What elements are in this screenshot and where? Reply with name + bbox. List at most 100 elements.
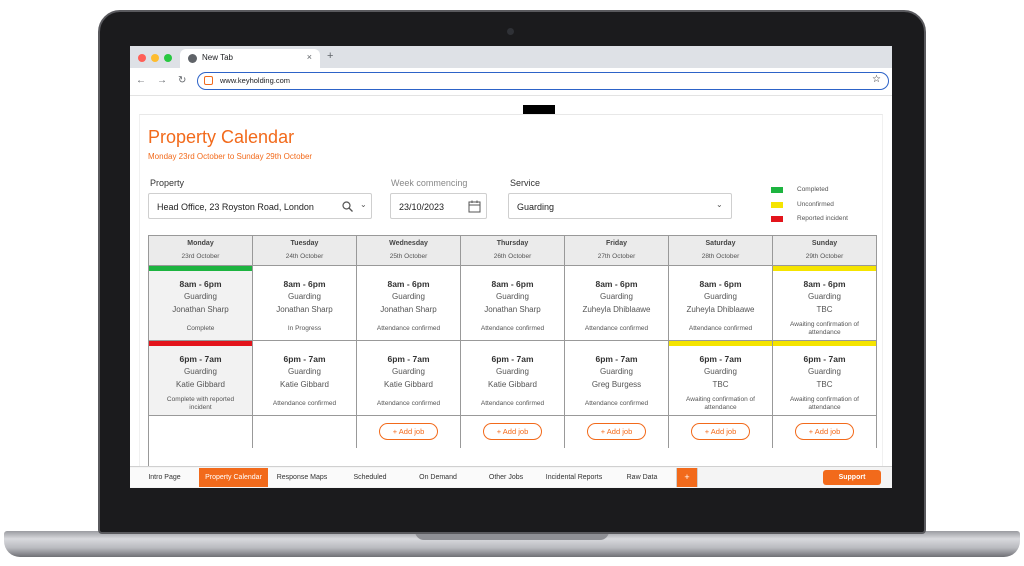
shift-status: Attendance confirmed	[688, 325, 753, 332]
shift-status: Attendance confirmed	[480, 325, 545, 332]
maximize-window-icon[interactable]	[164, 54, 172, 62]
add-job-button[interactable]: + Add job	[587, 423, 646, 440]
url-input[interactable]	[220, 76, 620, 85]
shift-cell[interactable]: 8am - 6pm Guarding Zuheyla Dhiblaawe Att…	[565, 266, 669, 341]
shift-service: Guarding	[600, 292, 633, 301]
shift-person: Katie Gibbard	[176, 380, 225, 389]
property-select[interactable]: Head Office, 23 Royston Road, London ⌄	[148, 193, 372, 219]
shift-cell[interactable]: 6pm - 7am Guarding Greg Burgess Attendan…	[565, 341, 669, 416]
site-icon	[204, 76, 213, 85]
browser-window: New Tab × + ← → ↻ ☆ Property Calendar Mo…	[130, 46, 892, 488]
add-job-button[interactable]: + Add job	[483, 423, 542, 440]
day-date: 29th October	[805, 253, 844, 260]
shift-time: 6pm - 7am	[491, 354, 534, 364]
tab-scheduled[interactable]: Scheduled	[336, 468, 405, 487]
day-header: Wednesday 25th October	[357, 236, 461, 266]
browser-tab[interactable]: New Tab ×	[180, 49, 320, 68]
day-date: 28th October	[701, 253, 740, 260]
calendar-icon[interactable]	[468, 200, 481, 213]
forward-icon[interactable]: →	[157, 75, 167, 86]
status-bar	[149, 266, 252, 271]
page-subtitle: Monday 23rd October to Sunday 29th Octob…	[148, 152, 313, 161]
add-job-button[interactable]: + Add job	[379, 423, 438, 440]
shift-cell[interactable]: 6pm - 7am Guarding Katie Gibbard Complet…	[149, 341, 253, 416]
week-value: 23/10/2023	[399, 202, 445, 212]
new-tab-button[interactable]: +	[327, 50, 333, 62]
shift-cell[interactable]: 8am - 6pm Guarding Jonathan Sharp Attend…	[357, 266, 461, 341]
search-icon[interactable]	[342, 201, 353, 212]
chevron-down-icon[interactable]: ⌄	[360, 200, 367, 209]
day-name: Tuesday	[290, 240, 319, 247]
shift-cell[interactable]: 6pm - 7am Guarding Katie Gibbard Attenda…	[253, 341, 357, 416]
shift-time: 8am - 6pm	[491, 279, 534, 289]
shift-time: 8am - 6pm	[595, 279, 638, 289]
support-button[interactable]: Support	[823, 470, 881, 485]
address-bar[interactable]: ☆	[197, 72, 889, 90]
service-select[interactable]: Guarding ⌄	[508, 193, 732, 219]
shift-cell[interactable]: 8am - 6pm Guarding Jonathan Sharp In Pro…	[253, 266, 357, 341]
shift-cell[interactable]: 8am - 6pm Guarding Zuheyla Dhiblaawe Att…	[669, 266, 773, 341]
legend-swatch	[771, 216, 783, 222]
tab-on-demand[interactable]: On Demand	[404, 468, 473, 487]
calendar-grid: Monday 23rd October Tuesday 24th October W…	[148, 235, 877, 468]
page-title: Property Calendar	[148, 127, 295, 147]
shift-service: Guarding	[392, 292, 425, 301]
shift-service: Guarding	[600, 367, 633, 376]
sheet-tab-bar: Intro Page Property Calendar Response Ma…	[130, 466, 892, 488]
shift-person: Zuheyla Dhiblaawe	[582, 305, 651, 314]
tab-raw-data[interactable]: Raw Data	[608, 468, 677, 487]
legend-swatch	[771, 202, 783, 208]
shift-service: Guarding	[704, 292, 737, 301]
day-name: Thursday	[496, 240, 529, 247]
tab-response-maps[interactable]: Response Maps	[268, 468, 337, 487]
camera-icon	[507, 28, 514, 35]
shift-person: Zuheyla Dhiblaawe	[686, 305, 755, 314]
bookmark-star-icon[interactable]: ☆	[872, 74, 881, 85]
day-date: 25th October	[389, 253, 428, 260]
day-name: Wednesday	[389, 240, 428, 247]
tab-other-jobs[interactable]: Other Jobs	[472, 468, 541, 487]
shift-cell[interactable]: 8am - 6pm Guarding Jonathan Sharp Attend…	[461, 266, 565, 341]
reload-icon[interactable]: ↻	[178, 75, 186, 86]
shift-person: Katie Gibbard	[488, 380, 537, 389]
status-bar	[669, 341, 772, 346]
shift-cell[interactable]: 8am - 6pm Guarding TBC Awaiting confirma…	[773, 266, 877, 341]
close-window-icon[interactable]	[138, 54, 146, 62]
shift-cell[interactable]: 6pm - 7am Guarding TBC Awaiting confirma…	[669, 341, 773, 416]
tab-incidental-reports[interactable]: Incidental Reports	[540, 468, 609, 487]
shift-status: Attendance confirmed	[480, 400, 545, 407]
shift-time: 6pm - 7am	[699, 354, 742, 364]
shift-cell[interactable]: 6pm - 7am Guarding TBC Awaiting confirma…	[773, 341, 877, 416]
add-job-button[interactable]: + Add job	[691, 423, 750, 440]
week-date-field[interactable]: 23/10/2023	[390, 193, 487, 219]
shift-person: TBC	[816, 305, 833, 314]
shift-status: Attendance confirmed	[272, 400, 337, 407]
day-date: 26th October	[493, 253, 532, 260]
add-job-cell: + Add job	[773, 416, 877, 448]
day-name: Friday	[605, 240, 627, 247]
tab-intro-page[interactable]: Intro Page	[130, 468, 200, 487]
shift-cell[interactable]: 6pm - 7am Guarding Katie Gibbard Attenda…	[461, 341, 565, 416]
minimize-window-icon[interactable]	[151, 54, 159, 62]
property-value: Head Office, 23 Royston Road, London	[157, 202, 314, 212]
shift-person: Jonathan Sharp	[276, 305, 333, 314]
laptop-chin	[130, 488, 892, 514]
shift-person: TBC	[816, 380, 833, 389]
shift-status: Complete	[186, 325, 215, 332]
shift-cell[interactable]: 6pm - 7am Guarding Katie Gibbard Attenda…	[357, 341, 461, 416]
shift-status: Awaiting confirmation of attendance	[686, 396, 755, 411]
tab-property-calendar[interactable]: Property Calendar	[199, 468, 269, 487]
add-job-cell: + Add job	[461, 416, 565, 448]
shift-status: Attendance confirmed	[584, 400, 649, 407]
chevron-down-icon[interactable]: ⌄	[716, 200, 723, 209]
add-job-button[interactable]: + Add job	[795, 423, 854, 440]
add-sheet-button[interactable]: +	[677, 468, 698, 487]
shift-person: Jonathan Sharp	[380, 305, 437, 314]
day-name: Monday	[187, 240, 214, 247]
shift-cell[interactable]: 8am - 6pm Guarding Jonathan Sharp Comple…	[149, 266, 253, 341]
back-icon[interactable]: ←	[136, 75, 146, 86]
legend-label: Completed	[797, 186, 829, 193]
tab-close-icon[interactable]: ×	[307, 52, 312, 62]
shift-service: Guarding	[184, 292, 217, 301]
add-job-cell: + Add job	[357, 416, 461, 448]
